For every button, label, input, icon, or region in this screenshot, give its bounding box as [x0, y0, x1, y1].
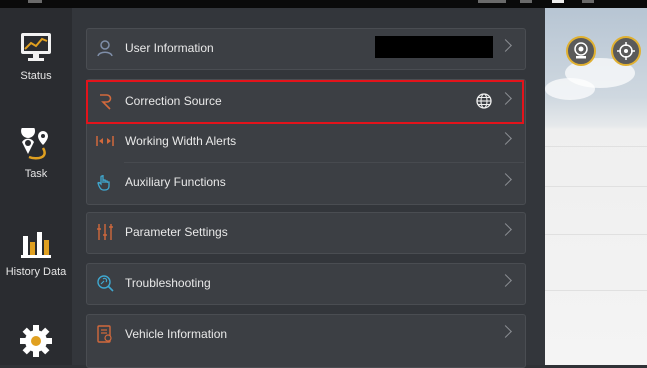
- redacted-user-value: [375, 36, 493, 58]
- monitor-chart-icon: [21, 33, 51, 61]
- sidebar-item-history-data[interactable]: History Data: [0, 226, 72, 286]
- status-glyph: [552, 0, 564, 3]
- status-glyph: [582, 0, 594, 3]
- menu-item-auxiliary-functions[interactable]: Auxiliary Functions: [86, 162, 524, 202]
- recenter-button[interactable]: [611, 36, 641, 66]
- menu-item-label: Vehicle Information: [125, 327, 228, 341]
- sidebar-item-status[interactable]: Status: [0, 30, 72, 90]
- menu-item-vehicle-information[interactable]: Vehicle Information: [86, 314, 524, 354]
- chevron-right-icon: [499, 132, 512, 145]
- bar-chart-icon: [21, 232, 51, 258]
- cloud: [545, 78, 595, 100]
- document-icon: [97, 325, 112, 343]
- settings-menu-panel: User Information Correction Source Worki…: [72, 8, 545, 368]
- sidebar-item-label: Task: [24, 168, 48, 180]
- hand-pointer-icon: [97, 175, 110, 191]
- sidebar-item-settings[interactable]: [0, 324, 72, 364]
- search-wrench-icon: [97, 275, 114, 292]
- selection-highlight: [86, 80, 524, 124]
- width-arrows-icon: [96, 136, 114, 146]
- map-scene-view: [545, 8, 647, 365]
- sliders-icon: [97, 224, 113, 240]
- menu-item-label: User Information: [125, 41, 214, 55]
- status-glyph: [520, 0, 532, 3]
- sidebar-item-label: History Data: [5, 266, 67, 278]
- top-status-bar: [0, 0, 647, 8]
- crosshair-icon: [617, 42, 635, 60]
- sidebar-item-label: Status: [20, 70, 52, 82]
- camera-icon: [574, 42, 588, 59]
- chevron-right-icon: [499, 274, 512, 287]
- chevron-right-icon: [499, 223, 512, 236]
- sidebar: Status Task History Data: [0, 8, 72, 365]
- menu-item-label: Auxiliary Functions: [125, 175, 226, 189]
- ground-grid-line: [545, 290, 647, 291]
- chevron-right-icon: [499, 39, 512, 52]
- sidebar-item-task[interactable]: Task: [0, 128, 72, 188]
- ground-grid-line: [545, 234, 647, 235]
- ground-grid-line: [545, 186, 647, 187]
- status-glyph: [478, 0, 506, 3]
- chevron-right-icon: [499, 173, 512, 186]
- status-glyph: [28, 0, 42, 3]
- menu-item-label: Working Width Alerts: [125, 134, 237, 148]
- route-pin-icon: [21, 128, 48, 160]
- menu-item-troubleshooting[interactable]: Troubleshooting: [86, 263, 524, 303]
- camera-view-button[interactable]: [566, 36, 596, 66]
- chevron-right-icon: [499, 325, 512, 338]
- menu-item-label: Troubleshooting: [125, 276, 211, 290]
- menu-item-parameter-settings[interactable]: Parameter Settings: [86, 212, 524, 252]
- gear-icon: [20, 325, 52, 357]
- ground-grid-line: [545, 146, 647, 147]
- user-icon: [97, 40, 113, 57]
- menu-item-label: Parameter Settings: [125, 225, 228, 239]
- menu-item-working-width-alerts[interactable]: Working Width Alerts: [86, 121, 524, 161]
